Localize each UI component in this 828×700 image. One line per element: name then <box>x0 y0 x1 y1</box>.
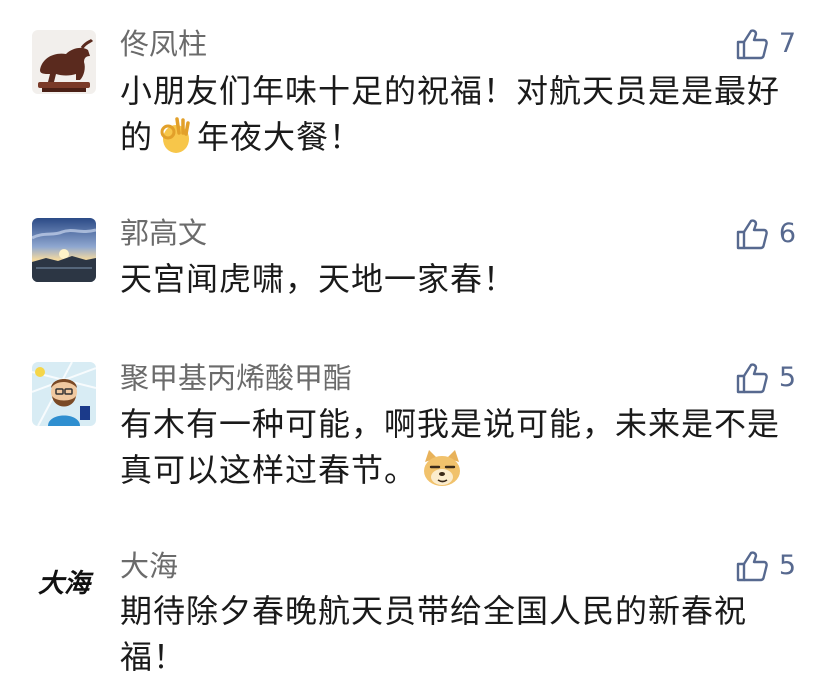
like-button[interactable]: 5 <box>735 546 796 586</box>
comment-text: 期待除夕春晚航天员带给全国人民的新春祝 福！ <box>120 588 800 680</box>
like-count: 6 <box>778 218 796 249</box>
avatar[interactable] <box>32 362 96 426</box>
comment-line: 的 年夜大餐！ <box>120 114 800 160</box>
comment-line-part: 真可以这样过春节。 <box>120 451 418 489</box>
cartoon-scientist-avatar-icon <box>32 362 96 426</box>
avatar[interactable] <box>32 30 96 94</box>
commenter-name: 大海 <box>120 549 179 583</box>
like-button[interactable]: 7 <box>735 24 796 64</box>
like-count: 5 <box>778 362 796 393</box>
thumbs-up-icon <box>736 29 768 60</box>
commenter-name: 郭高文 <box>120 216 208 250</box>
commenter-name: 聚甲基丙烯酸甲酯 <box>120 361 353 395</box>
ok-hand-emoji-icon <box>157 115 193 155</box>
thumbs-up-icon <box>736 551 768 582</box>
like-count: 7 <box>778 28 796 59</box>
doge-emoji-icon <box>421 448 463 488</box>
comment-line-part: 的 <box>120 118 154 156</box>
comment-text: 小朋友们年味十足的祝福！对航天员是是最好 的 年夜大餐！ <box>120 68 800 160</box>
like-button[interactable]: 5 <box>735 358 796 398</box>
comment-line: 小朋友们年味十足的祝福！对航天员是是最好 <box>120 72 781 110</box>
commenter-name: 佟凤柱 <box>120 27 208 61</box>
avatar-text: 大海 <box>38 569 94 599</box>
avatar[interactable]: 大海 <box>32 550 96 614</box>
comment-line: 福！ <box>120 638 187 676</box>
comment-text: 有木有一种可能，啊我是说可能，未来是不是 真可以这样过春节。 <box>120 401 800 493</box>
comment-line: 天宫闻虎啸，天地一家春！ <box>120 260 517 298</box>
thumbs-up-icon <box>736 219 768 250</box>
comment-text: 天宫闻虎啸，天地一家春！ <box>120 256 800 302</box>
avatar[interactable] <box>32 218 96 282</box>
comment-line: 期待除夕春晚航天员带给全国人民的新春祝 <box>120 592 748 630</box>
comment-line-part: 年夜大餐！ <box>197 118 363 156</box>
bull-sculpture-icon <box>32 30 96 94</box>
calligraphy-avatar-icon: 大海 <box>32 550 96 614</box>
comment-line: 有木有一种可能，啊我是说可能，未来是不是 <box>120 405 781 443</box>
like-button[interactable]: 6 <box>735 214 796 254</box>
sunset-landscape-icon <box>32 218 96 282</box>
like-count: 5 <box>778 550 796 581</box>
thumbs-up-icon <box>736 363 768 394</box>
comment-line: 真可以这样过春节。 <box>120 447 800 493</box>
